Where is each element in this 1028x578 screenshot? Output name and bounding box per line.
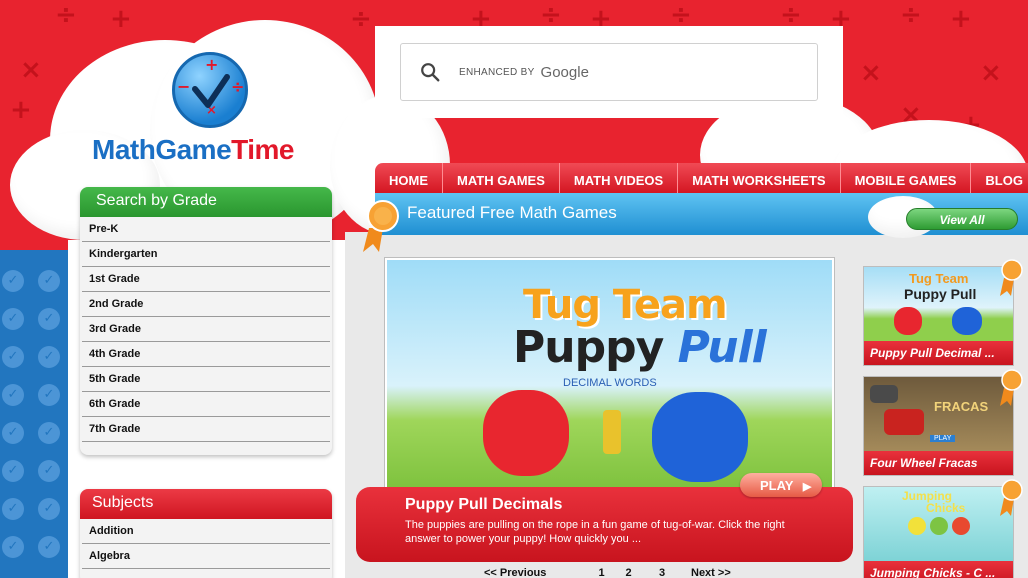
- plus-symbol: +: [110, 4, 132, 34]
- subjects-panel: Subjects Addition Algebra: [80, 489, 332, 578]
- play-arrow-icon: ▶: [802, 481, 812, 493]
- subject-link-addition[interactable]: Addition: [82, 519, 330, 544]
- search-input[interactable]: ENHANCED BY Google: [400, 43, 818, 101]
- blue-puppy-image: [652, 392, 748, 482]
- side-game-caption[interactable]: Jumping Chicks - C ...: [864, 561, 1013, 578]
- google-label: Google: [540, 63, 589, 81]
- check-icon: ✓: [38, 308, 60, 330]
- search-panel: ENHANCED BY Google: [375, 26, 843, 118]
- side-game-thumbnail: Jumping Chicks: [864, 487, 1013, 561]
- plus-symbol: +: [950, 4, 972, 34]
- check-icon: ✓: [2, 384, 24, 406]
- check-icon: ✓: [2, 270, 24, 292]
- featured-game-title[interactable]: Puppy Pull Decimals: [405, 496, 853, 514]
- side-game-caption[interactable]: Puppy Pull Decimal ...: [864, 341, 1013, 365]
- grade-link-7th[interactable]: 7th Grade: [82, 417, 330, 442]
- game-art-tag: DECIMAL WORDS: [563, 377, 657, 389]
- play-button[interactable]: PLAY ▶: [740, 473, 822, 497]
- grade-panel: Search by Grade Pre-K Kindergarten 1st G…: [80, 187, 332, 455]
- award-ribbon-icon: [363, 200, 399, 252]
- side-game-card[interactable]: Tug Team Puppy Pull Puppy Pull Decimal .…: [863, 266, 1014, 366]
- featured-game-description: The puppies are pulling on the rope in a…: [405, 519, 785, 545]
- check-icon: ✓: [38, 460, 60, 482]
- side-game-thumbnail: Tug Team Puppy Pull: [864, 267, 1013, 341]
- grade-link-4th[interactable]: 4th Grade: [82, 342, 330, 367]
- check-icon: ✓: [38, 422, 60, 444]
- grade-link-2nd[interactable]: 2nd Grade: [82, 292, 330, 317]
- grade-link-3rd[interactable]: 3rd Grade: [82, 317, 330, 342]
- check-icon: ✓: [2, 498, 24, 520]
- featured-game-caption[interactable]: Puppy Pull Decimals The puppies are pull…: [356, 487, 853, 562]
- check-icon: ✓: [2, 460, 24, 482]
- view-all-button[interactable]: View All: [906, 208, 1018, 230]
- divide-symbol: ÷: [55, 0, 77, 30]
- nav-math-games[interactable]: MATH GAMES: [443, 163, 560, 193]
- site-logo[interactable]: + − ÷ × MathGameTime: [88, 48, 333, 173]
- pager-next[interactable]: Next >>: [691, 567, 731, 578]
- search-icon[interactable]: [419, 61, 441, 83]
- logo-text: MathGameTime: [92, 134, 295, 165]
- nav-blog[interactable]: BLOG: [971, 163, 1028, 193]
- grade-panel-title: Search by Grade: [80, 187, 332, 217]
- times-symbol: ×: [20, 55, 42, 85]
- trophy-icon: [603, 410, 621, 454]
- game-art-subtitle: Puppy Pull: [513, 322, 767, 373]
- check-icon: ✓: [38, 384, 60, 406]
- clock-logo-icon: + − ÷ ×: [172, 52, 248, 128]
- side-game-thumbnail: FRACAS PLAY: [864, 377, 1013, 451]
- featured-title: Featured Free Math Games: [407, 203, 617, 222]
- grade-link-kindergarten[interactable]: Kindergarten: [82, 242, 330, 267]
- search-enhanced-label: ENHANCED BY: [459, 66, 535, 78]
- check-icon: ✓: [2, 308, 24, 330]
- side-game-card[interactable]: Jumping Chicks Jumping Chicks - C ...: [863, 486, 1014, 578]
- award-ribbon-icon: [1000, 479, 1023, 516]
- pager-page-2[interactable]: 2: [615, 567, 642, 578]
- grade-link-6th[interactable]: 6th Grade: [82, 392, 330, 417]
- check-icon: ✓: [38, 346, 60, 368]
- divide-symbol: ÷: [900, 0, 922, 30]
- divide-symbol: ÷: [350, 4, 372, 34]
- check-icon: ✓: [2, 536, 24, 558]
- award-ribbon-icon: [1000, 259, 1023, 296]
- main-nav: HOME MATH GAMES MATH VIDEOS MATH WORKSHE…: [375, 163, 1028, 193]
- subjects-panel-title: Subjects: [80, 489, 332, 519]
- subject-link-algebra[interactable]: Algebra: [82, 544, 330, 569]
- red-puppy-image: [483, 390, 569, 476]
- check-icon: ✓: [2, 346, 24, 368]
- nav-mobile-games[interactable]: MOBILE GAMES: [841, 163, 972, 193]
- times-symbol: ×: [860, 58, 882, 88]
- pager-page-3[interactable]: 3: [642, 567, 682, 578]
- featured-game-image[interactable]: Tug Team Puppy Pull DECIMAL WORDS: [384, 257, 835, 492]
- side-game-card[interactable]: FRACAS PLAY Four Wheel Fracas: [863, 376, 1014, 476]
- award-ribbon-icon: [1000, 369, 1023, 406]
- plus-symbol: +: [10, 95, 32, 125]
- check-icon: ✓: [2, 422, 24, 444]
- grade-link-prek[interactable]: Pre-K: [82, 217, 330, 242]
- side-background: ✓ ✓ ✓ ✓ ✓ ✓ ✓ ✓ ✓ ✓ ✓ ✓ ✓ ✓ ✓ ✓: [0, 250, 70, 578]
- pager-previous[interactable]: << Previous: [484, 567, 588, 578]
- nav-math-videos[interactable]: MATH VIDEOS: [560, 163, 679, 193]
- grade-link-1st[interactable]: 1st Grade: [82, 267, 330, 292]
- game-art: Tug Team Puppy Pull DECIMAL WORDS: [387, 260, 832, 489]
- featured-pager: << Previous 1 2 3 Next >>: [484, 567, 731, 578]
- nav-home[interactable]: HOME: [375, 163, 443, 193]
- times-symbol: ×: [980, 58, 1002, 88]
- check-icon: ✓: [38, 536, 60, 558]
- grade-link-5th[interactable]: 5th Grade: [82, 367, 330, 392]
- nav-math-worksheets[interactable]: MATH WORKSHEETS: [678, 163, 841, 193]
- pager-page-1[interactable]: 1: [588, 567, 615, 578]
- check-icon: ✓: [38, 498, 60, 520]
- side-game-caption[interactable]: Four Wheel Fracas: [864, 451, 1013, 475]
- check-icon: ✓: [38, 270, 60, 292]
